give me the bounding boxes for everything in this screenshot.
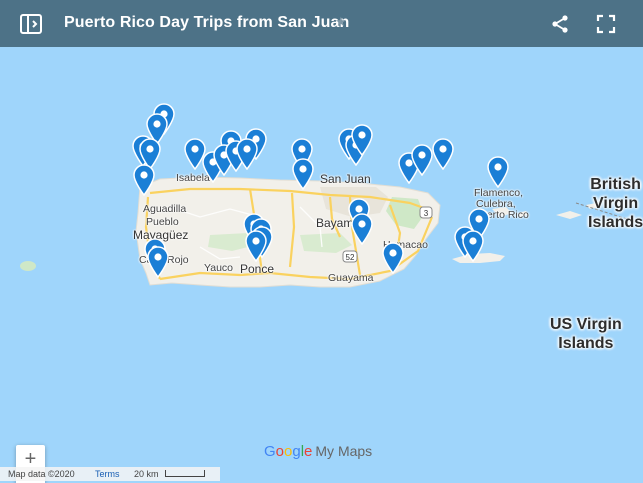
map-pin[interactable]	[461, 230, 485, 262]
road-shield-3-label: 3	[424, 209, 429, 218]
map-pin-icon	[245, 230, 267, 262]
map-data-credit: Map data ©2020	[8, 469, 75, 479]
logo-letter: g	[292, 443, 301, 460]
map-pin-icon	[432, 138, 454, 170]
star-icon[interactable]: ★	[335, 14, 347, 30]
map-pin[interactable]	[486, 156, 510, 188]
side-panel-icon[interactable]	[19, 13, 43, 35]
map-header: Puerto Rico Day Trips from San Juan ★	[0, 0, 643, 47]
fullscreen-icon[interactable]	[596, 14, 616, 34]
place-san-juan: San Juan	[320, 172, 371, 186]
map-pin[interactable]	[132, 164, 156, 196]
map-pin-icon	[133, 164, 155, 196]
map-pin-icon	[147, 246, 169, 278]
terms-link[interactable]: Terms	[95, 467, 120, 481]
place-aguadilla: Aguadilla	[143, 203, 187, 215]
map-pin-icon	[462, 230, 484, 262]
place-british-virgin-islands: British Virgin Islands	[588, 176, 643, 231]
scale-label: 20 km	[134, 469, 159, 479]
place-yauco: Yauco	[204, 262, 233, 274]
map-attribution-bar: Map data ©2020 Terms 20 km	[0, 467, 220, 481]
map-pin[interactable]	[381, 242, 405, 274]
map-pin-icon	[351, 213, 373, 245]
map-pin-icon	[292, 158, 314, 190]
map-canvas[interactable]: 3 52 Isabela Aguadilla Pueblo Mayagüez C…	[0, 47, 643, 483]
map-title: Puerto Rico Day Trips from San Juan	[64, 14, 350, 31]
map-pin[interactable]	[350, 124, 374, 156]
google-my-maps-logo: Google My Maps	[264, 443, 372, 460]
map-pin-icon	[487, 156, 509, 188]
map-pin-icon	[236, 138, 258, 170]
map-pin[interactable]	[431, 138, 455, 170]
map-pin[interactable]	[235, 138, 259, 170]
map-pin[interactable]	[291, 158, 315, 190]
map-pin[interactable]	[350, 213, 374, 245]
map-pin[interactable]	[146, 246, 170, 278]
map-pin-icon	[351, 124, 373, 156]
place-pueblo: Pueblo	[146, 216, 179, 228]
logo-letter: G	[264, 443, 276, 460]
mona-island	[20, 261, 36, 271]
map-pin-icon	[382, 242, 404, 274]
logo-letter: e	[304, 443, 313, 460]
my-maps-label: My Maps	[315, 443, 373, 459]
road-shield-52-label: 52	[346, 253, 355, 262]
map-embed: Puerto Rico Day Trips from San Juan ★ 3 …	[0, 0, 643, 483]
scale-bar	[165, 470, 205, 477]
share-icon[interactable]	[550, 14, 570, 34]
place-us-virgin-islands: US Virgin Islands	[550, 316, 622, 352]
place-ponce: Ponce	[240, 262, 275, 276]
logo-letter: o	[275, 443, 285, 460]
place-guayama: Guayama	[328, 272, 374, 284]
map-pin[interactable]	[244, 230, 268, 262]
map-base: 3 52	[20, 176, 641, 288]
